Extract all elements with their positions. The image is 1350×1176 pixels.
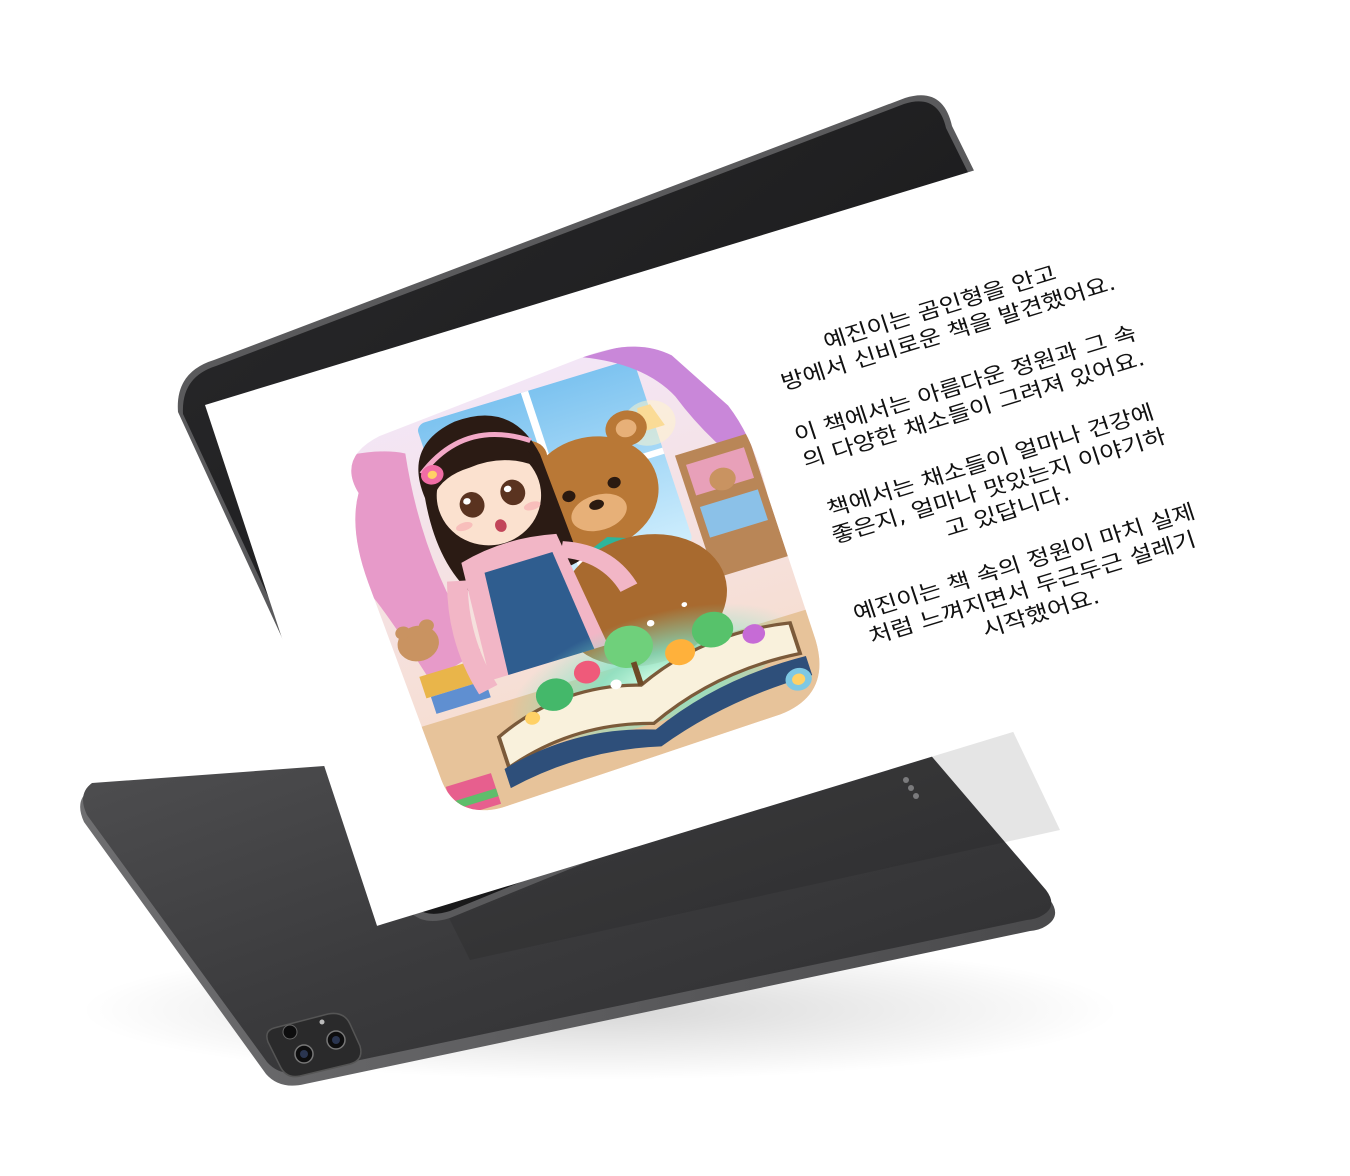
scene: 예진이는 곰인형을 안고 방에서 신비로운 책을 발견했어요. 이 책에서는 아…	[0, 0, 1350, 1176]
story-text: 예진이는 곰인형을 안고 방에서 신비로운 책을 발견했어요. 이 책에서는 아…	[755, 241, 1235, 708]
storybook-illustration	[319, 317, 839, 825]
